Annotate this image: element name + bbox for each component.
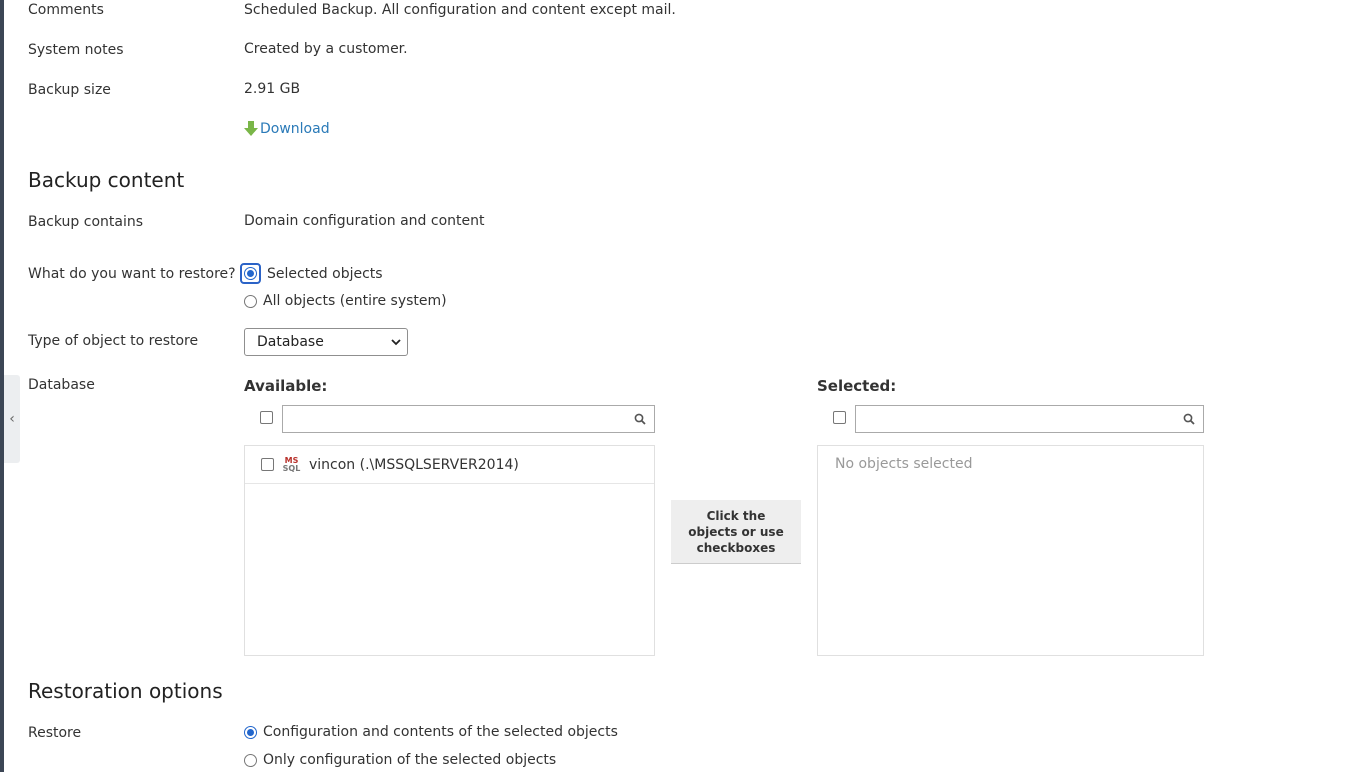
available-list: MS SQL vincon (.\MSSQLSERVER2014) <box>244 445 655 656</box>
item-checkbox[interactable] <box>261 458 274 471</box>
radio-button[interactable] <box>244 267 257 280</box>
object-type-select[interactable]: Database <box>244 328 408 356</box>
backup-size-value: 2.91 GB <box>244 81 301 97</box>
chevron-down-icon <box>391 339 401 346</box>
selected-select-all-checkbox[interactable] <box>833 411 846 424</box>
transfer-hint-text: Click the objects or use checkboxes <box>688 508 784 555</box>
radio-all-objects[interactable]: All objects (entire system) <box>244 293 447 309</box>
search-icon <box>634 413 646 425</box>
restoration-options-heading: Restoration options <box>28 679 223 703</box>
selected-empty-text: No objects selected <box>835 456 973 472</box>
backup-contains-value: Domain configuration and content <box>244 213 485 229</box>
sidebar-collapse-toggle[interactable]: ‹ <box>4 375 20 463</box>
chevron-left-icon: ‹ <box>9 411 15 427</box>
radio-label: Only configuration of the selected objec… <box>263 752 557 768</box>
restore-label: Restore <box>28 725 82 741</box>
selected-list: No objects selected <box>817 445 1204 656</box>
system-notes-value: Created by a customer. <box>244 41 408 57</box>
transfer-hint-button[interactable]: Click the objects or use checkboxes <box>671 500 801 564</box>
radio-button[interactable] <box>244 725 257 739</box>
object-type-label: Type of object to restore <box>28 333 199 349</box>
available-title: Available: <box>244 377 328 395</box>
selected-search-input[interactable] <box>855 405 1204 433</box>
radio-config-and-contents[interactable]: Configuration and contents of the select… <box>244 724 618 740</box>
radio-selected-objects[interactable]: Selected objects <box>240 263 383 284</box>
comments-label: Comments <box>28 2 104 18</box>
download-label: Download <box>260 121 330 137</box>
radio-config-only[interactable]: Only configuration of the selected objec… <box>244 752 556 768</box>
backup-content-heading: Backup content <box>28 168 185 192</box>
radio-button[interactable] <box>244 294 257 308</box>
radio-label: All objects (entire system) <box>263 293 447 309</box>
comments-value: Scheduled Backup. All configuration and … <box>244 2 676 18</box>
database-label: Database <box>28 377 95 393</box>
radio-label: Configuration and contents of the select… <box>263 724 618 740</box>
download-arrow-icon <box>244 121 258 136</box>
list-item[interactable]: MS SQL vincon (.\MSSQLSERVER2014) <box>245 446 654 484</box>
system-notes-label: System notes <box>28 42 124 58</box>
backup-size-label: Backup size <box>28 82 111 98</box>
available-select-all-checkbox[interactable] <box>260 411 273 424</box>
radio-focus-ring <box>240 263 261 284</box>
mssql-icon: MS SQL <box>282 455 301 473</box>
item-label: vincon (.\MSSQLSERVER2014) <box>309 456 519 473</box>
radio-label: Selected objects <box>267 265 383 282</box>
selected-title: Selected: <box>817 377 897 395</box>
available-search-input[interactable] <box>282 405 655 433</box>
backup-contains-label: Backup contains <box>28 214 144 230</box>
radio-button[interactable] <box>244 753 257 767</box>
object-type-value: Database <box>257 334 324 350</box>
download-link[interactable]: Download <box>244 121 330 137</box>
search-icon <box>1183 413 1195 425</box>
restore-question-label: What do you want to restore? <box>28 266 236 282</box>
